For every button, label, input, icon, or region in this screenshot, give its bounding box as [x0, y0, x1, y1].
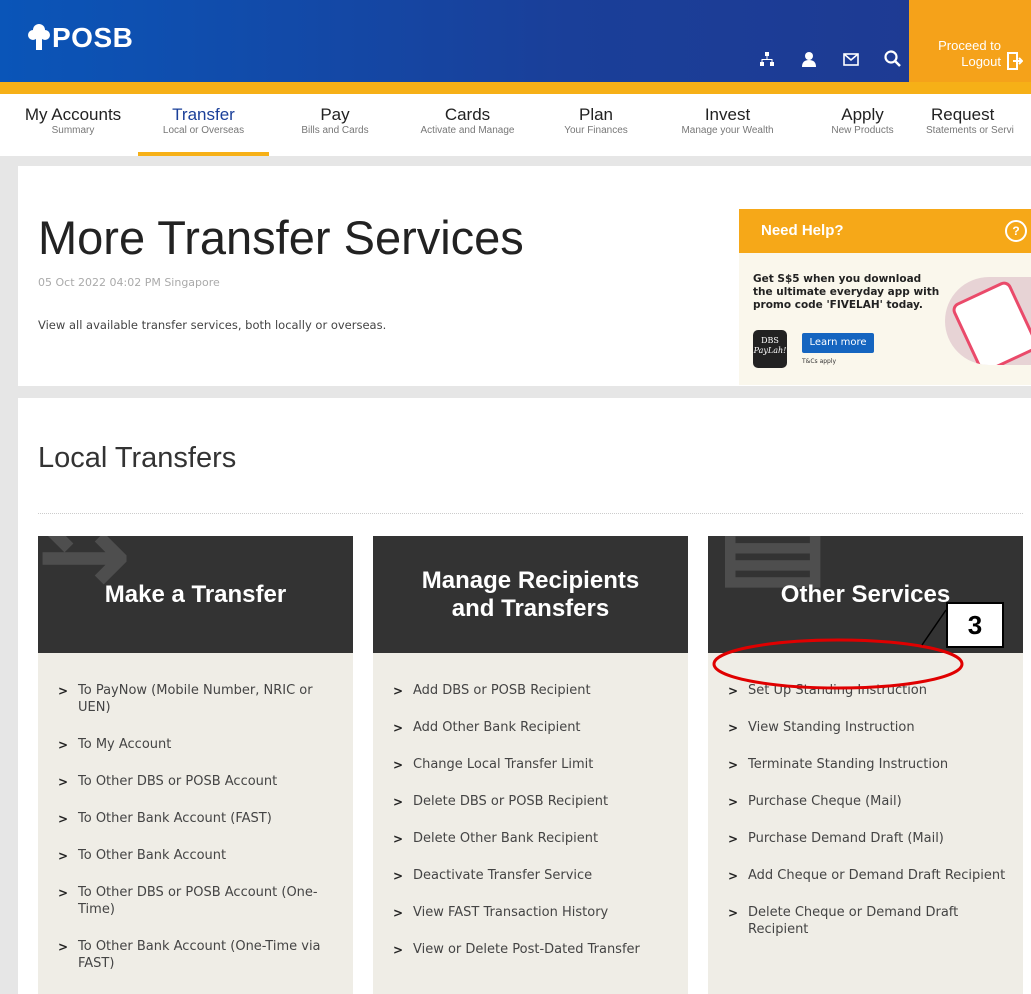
card-heading: Manage Recipients and Transfers [421, 566, 640, 622]
step-callout: 3 [946, 602, 1004, 648]
list-item[interactable]: > Delete Other Bank Recipient [393, 830, 678, 847]
list-item[interactable]: > View FAST Transaction History [393, 904, 678, 921]
nav-title: Request [931, 105, 995, 124]
nav-title: Transfer [172, 105, 235, 124]
nav-subtitle: New Products [831, 125, 894, 136]
paylah-name: PayLah! [753, 346, 787, 355]
cheque-icon: ▤ [716, 536, 829, 590]
list-item[interactable]: > Add Cheque or Demand Draft Recipient [728, 867, 1013, 884]
list-item[interactable]: > To Other DBS or POSB Account [58, 773, 343, 790]
nav-pay[interactable]: Pay Bills and Cards [290, 105, 380, 136]
list-item[interactable]: > To Other Bank Account (FAST) [58, 810, 343, 827]
nav-subtitle: Your Finances [564, 125, 628, 136]
card-header: ⇆ Make a Transfer [38, 536, 353, 653]
logout-label-1: Proceed to [938, 38, 1001, 53]
sitemap-icon[interactable] [755, 47, 779, 71]
nav-subtitle: Summary [51, 125, 95, 136]
list-item[interactable]: > Delete Cheque or Demand Draft Recipient [728, 904, 1013, 938]
help-box: Need Help? ? Get S$5 when you download t… [739, 209, 1031, 385]
nav-apply[interactable]: Apply New Products [815, 105, 910, 136]
paylah-app-icon: DBS PayLah! [753, 330, 787, 368]
nav-request[interactable]: Request Statements or Servi [926, 105, 1031, 136]
phone-promo-image [945, 277, 1031, 365]
list-item[interactable]: > To My Account [58, 736, 343, 753]
list-item[interactable]: > Add Other Bank Recipient [393, 719, 678, 736]
list-item[interactable]: > To Other Bank Account (One-Time via FAS… [58, 938, 343, 972]
help-question-icon[interactable]: ? [1005, 220, 1027, 242]
user-icon[interactable] [797, 47, 821, 71]
list-item[interactable]: > View or Delete Post-Dated Transfer [393, 941, 678, 958]
nav-title: My Accounts [24, 105, 122, 124]
list-item[interactable]: > Deactivate Transfer Service [393, 867, 678, 884]
page-description: View all available transfer services, bo… [38, 318, 387, 332]
list-item[interactable]: > To Other DBS or POSB Account (One-Time) [58, 884, 343, 918]
nav-transfer[interactable]: Transfer Local or Overseas [138, 105, 269, 156]
nav-my-accounts[interactable]: My Accounts Summary [18, 105, 128, 136]
list-item[interactable]: > Terminate Standing Instruction [728, 756, 1013, 773]
timestamp: 05 Oct 2022 04:02 PM Singapore [38, 276, 220, 289]
list-item[interactable]: > Change Local Transfer Limit [393, 756, 678, 773]
header-accent-bar [0, 82, 1031, 94]
logout-label-2: Logout [961, 54, 1001, 69]
list-item[interactable]: > Purchase Demand Draft (Mail) [728, 830, 1013, 847]
transfer-arrows-icon: ⇆ [38, 536, 131, 601]
nav-title: Invest [704, 105, 751, 124]
search-icon[interactable] [881, 47, 905, 71]
list-item[interactable]: > To PayNow (Mobile Number, NRIC or UEN) [58, 682, 343, 716]
list-item[interactable]: > Purchase Cheque (Mail) [728, 793, 1013, 810]
nav-plan[interactable]: Plan Your Finances [555, 105, 637, 136]
main-nav: My Accounts Summary Transfer Local or Ov… [0, 94, 1031, 156]
learn-more-button[interactable]: Learn more [802, 333, 874, 353]
list-item[interactable]: > View Standing Instruction [728, 719, 1013, 736]
list-item[interactable]: > Delete DBS or POSB Recipient [393, 793, 678, 810]
nav-subtitle: Manage your Wealth [681, 125, 774, 136]
logout-icon [1007, 52, 1023, 70]
section-divider [38, 513, 1023, 514]
nav-title: Plan [578, 105, 614, 124]
promo-text: Get S$5 when you download the ultimate e… [753, 273, 940, 311]
top-header: POSB Proceed to Logout [0, 0, 1031, 82]
list-item[interactable]: > Add DBS or POSB Recipient [393, 682, 678, 699]
nav-subtitle: Bills and Cards [301, 125, 369, 136]
section-title: Local Transfers [38, 442, 237, 474]
posb-logo-icon [28, 24, 50, 50]
nav-title: Apply [841, 105, 884, 124]
mail-icon[interactable] [839, 47, 863, 71]
list-item[interactable]: > To Other Bank Account [58, 847, 343, 864]
nav-subtitle: Local or Overseas [162, 125, 245, 136]
nav-title: Pay [320, 105, 350, 124]
card-heading: Make a Transfer [104, 580, 287, 608]
callout-line [921, 609, 947, 646]
make-transfer-card: ⇆ Make a Transfer > To PayNow (Mobile Num… [38, 536, 353, 994]
logout-button[interactable]: Proceed to Logout [909, 0, 1031, 82]
nav-subtitle: Statements or Servi [926, 125, 1014, 136]
nav-title: Cards [444, 105, 491, 124]
card-header: Manage Recipients and Transfers [373, 536, 688, 653]
paylah-brand: DBS [761, 336, 779, 345]
help-header[interactable]: Need Help? ? [739, 209, 1031, 253]
nav-subtitle: Activate and Manage [420, 125, 515, 136]
nav-invest[interactable]: Invest Manage your Wealth [670, 105, 785, 136]
page-title: More Transfer Services [38, 211, 524, 264]
brand-name: POSB [52, 22, 134, 53]
manage-recipients-card: Manage Recipients and Transfers > Add DBS … [373, 536, 688, 994]
posb-logo[interactable]: POSB [28, 22, 133, 54]
tcs-note: T&Cs apply [802, 358, 837, 365]
highlight-ellipse [712, 638, 964, 690]
nav-cards[interactable]: Cards Activate and Manage [405, 105, 530, 136]
help-heading: Need Help? [761, 222, 844, 239]
